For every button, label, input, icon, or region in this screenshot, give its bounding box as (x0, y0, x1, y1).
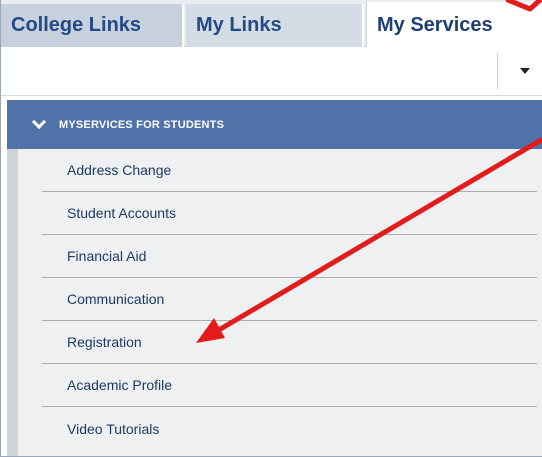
tab-label: My Links (196, 14, 282, 36)
menu-item-label: Registration (67, 334, 142, 350)
menu-item-financial-aid[interactable]: Financial Aid (42, 235, 537, 278)
menu-item-address-change[interactable]: Address Change (42, 149, 537, 192)
menu-item-label: Financial Aid (67, 248, 147, 264)
menu-item-label: Communication (67, 291, 165, 307)
tab-bar: College Links My Links My Services (1, 0, 542, 48)
section-title: MYSERVICES FOR STUDENTS (59, 118, 225, 131)
menu-item-communication[interactable]: Communication (42, 278, 537, 321)
tab-my-links[interactable]: My Links (186, 4, 364, 47)
divider (497, 53, 498, 89)
section-header-myservices[interactable]: MYSERVICES FOR STUDENTS (7, 100, 542, 149)
menu-item-academic-profile[interactable]: Academic Profile (42, 364, 537, 407)
services-menu: Address Change Student Accounts Financia… (7, 149, 542, 456)
menu-item-label: Student Accounts (67, 205, 176, 221)
menu-item-student-accounts[interactable]: Student Accounts (42, 192, 537, 235)
portal-frame: College Links My Links My Services MYSER… (0, 0, 542, 457)
toolbar (1, 47, 542, 96)
menu-item-label: Video Tutorials (67, 420, 160, 437)
menu-item-label: Address Change (67, 162, 172, 178)
menu-item-video-tutorials[interactable]: Video Tutorials (42, 407, 537, 450)
tab-college-links[interactable]: College Links (1, 4, 184, 47)
menu-item-label: Academic Profile (67, 377, 173, 393)
tab-label: My Services (377, 13, 493, 36)
chevron-down-icon (31, 114, 47, 130)
tab-my-services[interactable]: My Services (366, 2, 542, 48)
caret-down-icon (520, 68, 530, 74)
dropdown-toggle-button[interactable] (501, 47, 542, 95)
tab-label: College Links (11, 14, 142, 36)
menu-item-registration[interactable]: Registration (42, 321, 537, 364)
